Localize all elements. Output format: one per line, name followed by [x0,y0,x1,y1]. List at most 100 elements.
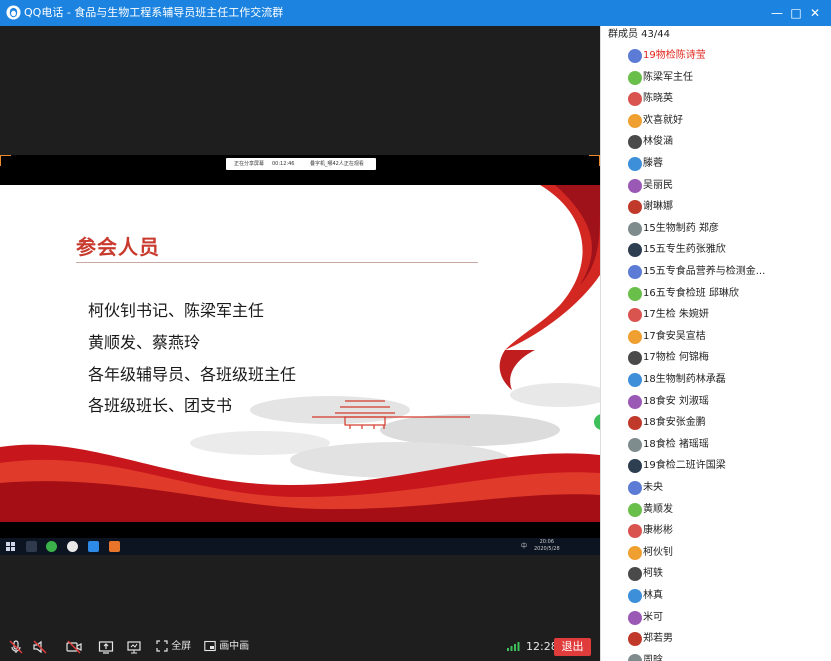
member-item[interactable]: 15五专食品营养与检测金... [628,264,828,280]
avatar [628,502,642,517]
member-item[interactable]: 周晗 [628,653,828,661]
avatar [628,610,642,625]
avatar [628,437,642,452]
member-item[interactable]: 柯轶 [628,566,828,582]
pip-icon [204,640,216,652]
member-name: 黄顺发 [643,503,673,515]
avatar [628,632,642,647]
avatar [628,459,642,474]
avatar [628,200,642,215]
app-icon [88,541,99,552]
member-name: 陈梁军主任 [643,71,693,83]
member-item[interactable]: 谢琳娜 [628,199,828,215]
avatar [628,589,642,603]
member-name: 滕蓉 [643,158,663,169]
member-item[interactable]: 林俊涵 [628,134,828,150]
avatar [628,567,642,582]
avatar [628,265,642,279]
member-name: 19物检陈诗莹 [643,50,706,61]
avatar [628,70,642,85]
member-item[interactable]: 18食安张金鹏 [628,415,828,431]
member-item[interactable]: 18食检 褚瑶瑶 [628,437,828,453]
share-screen-button[interactable] [98,639,114,655]
speaker-muted-button[interactable] [32,639,48,655]
close-button[interactable]: ✕ [806,4,824,22]
slide-line: 黄顺发、蔡燕玲 [88,333,201,352]
slide-line: 各年级辅导员、各班级班主任 [88,365,297,384]
member-item[interactable]: 17生检 朱婉妍 [628,307,828,323]
ppt-icon [109,541,120,552]
fullscreen-label: 全屏 [171,641,192,652]
mic-off-icon [9,640,23,654]
viewer-count-text: 叠字机_哪42人正在观看 [310,161,364,167]
screen-share-icon [98,641,114,654]
share-duration: 00:12:46 [272,161,295,167]
member-item[interactable]: 柯伙钊 [628,545,828,561]
windows-start-icon [6,542,15,551]
member-name: 米可 [643,611,663,623]
avatar [628,243,642,258]
member-name: 18食安 刘淑瑶 [643,395,709,407]
video-area: 正在分享屏幕 00:12:46 叠字机_哪42人正在观看 参会人员 柯伙钊书记、… [0,26,604,634]
member-item[interactable]: 郑若男 [628,631,828,647]
fullscreen-button[interactable]: 全屏 [156,639,191,655]
speaker-off-icon [33,640,47,654]
member-item[interactable]: 17物检 何锦梅 [628,350,828,366]
member-name: 郑若男 [643,633,673,645]
member-item[interactable]: 未央 [628,480,828,496]
window-titlebar: QQ电话 - 食品与生物工程系辅导员班主任工作交流群 — □ ✕ [0,0,831,26]
member-name: 15五专生药张雅欣 [643,244,726,256]
member-item[interactable]: 滕蓉 [628,156,828,172]
member-name: 17生检 朱婉妍 [643,309,709,321]
member-name: 16五专食检班 邱琳欣 [643,287,739,299]
member-item[interactable]: 15五专生药张雅欣 [628,242,828,258]
member-item[interactable]: 19物检陈诗莹 [628,48,828,64]
avatar [628,416,642,431]
member-name: 林真 [643,590,663,601]
present-button[interactable] [126,639,142,655]
member-item[interactable]: 17食安吴宣桔 [628,329,828,345]
member-item[interactable]: 陈晓英 [628,91,828,107]
member-item[interactable]: 米可 [628,610,828,626]
member-item[interactable]: 康彬彬 [628,523,828,539]
member-item[interactable]: 欢喜就好 [628,113,828,129]
member-item[interactable]: 黄顺发 [628,502,828,518]
member-name: 19食检二班许国梁 [643,460,726,472]
member-name: 18生物制药林承磊 [643,374,726,385]
member-item[interactable]: 18生物制药林承磊 [628,372,828,388]
presentation-slide: 参会人员 柯伙钊书记、陈梁军主任 黄顺发、蔡燕玲 各年级辅导员、各班级班主任 各… [0,185,600,522]
member-name: 18食检 褚瑶瑶 [643,438,709,450]
member-item[interactable]: 陈梁军主任 [628,70,828,86]
avatar [628,481,642,495]
member-item[interactable]: 19食检二班许国梁 [628,458,828,474]
maximize-button[interactable]: □ [787,4,805,22]
call-duration: 12:28 [526,640,558,653]
avatar [628,113,642,128]
camera-off-button[interactable] [66,639,82,655]
shared-taskbar: 中 20:06 2020/5/28 [0,538,600,555]
member-item[interactable]: 15生物制药 郑彦 [628,221,828,237]
member-name: 17物检 何锦梅 [643,352,709,364]
share-status-strip: 正在分享屏幕 00:12:46 叠字机_哪42人正在观看 [226,158,376,170]
picture-in-picture-button[interactable]: 画中画 [204,639,249,655]
member-item[interactable]: 18食安 刘淑瑶 [628,394,828,410]
member-name: 康彬彬 [643,525,673,537]
share-status-text: 正在分享屏幕 [234,161,265,167]
mic-muted-button[interactable] [8,639,24,655]
member-name: 欢喜就好 [643,114,683,126]
avatar [628,135,642,150]
minimize-button[interactable]: — [768,4,786,22]
avatar [628,221,642,236]
avatar [628,178,642,193]
member-item[interactable]: 林真 [628,588,828,604]
hangup-button[interactable]: 退出 [554,638,591,656]
member-name: 周晗 [643,654,663,661]
member-item[interactable]: 吴丽民 [628,178,828,194]
avatar [628,286,642,301]
member-name: 陈晓英 [643,93,673,105]
call-controls: 全屏 画中画 12:28 退出 [0,634,600,661]
slide-line: 各班级班长、团支书 [88,396,233,415]
app-icon [67,541,78,552]
member-item[interactable]: 16五专食检班 邱琳欣 [628,286,828,302]
member-name: 18食安张金鹏 [643,417,706,429]
